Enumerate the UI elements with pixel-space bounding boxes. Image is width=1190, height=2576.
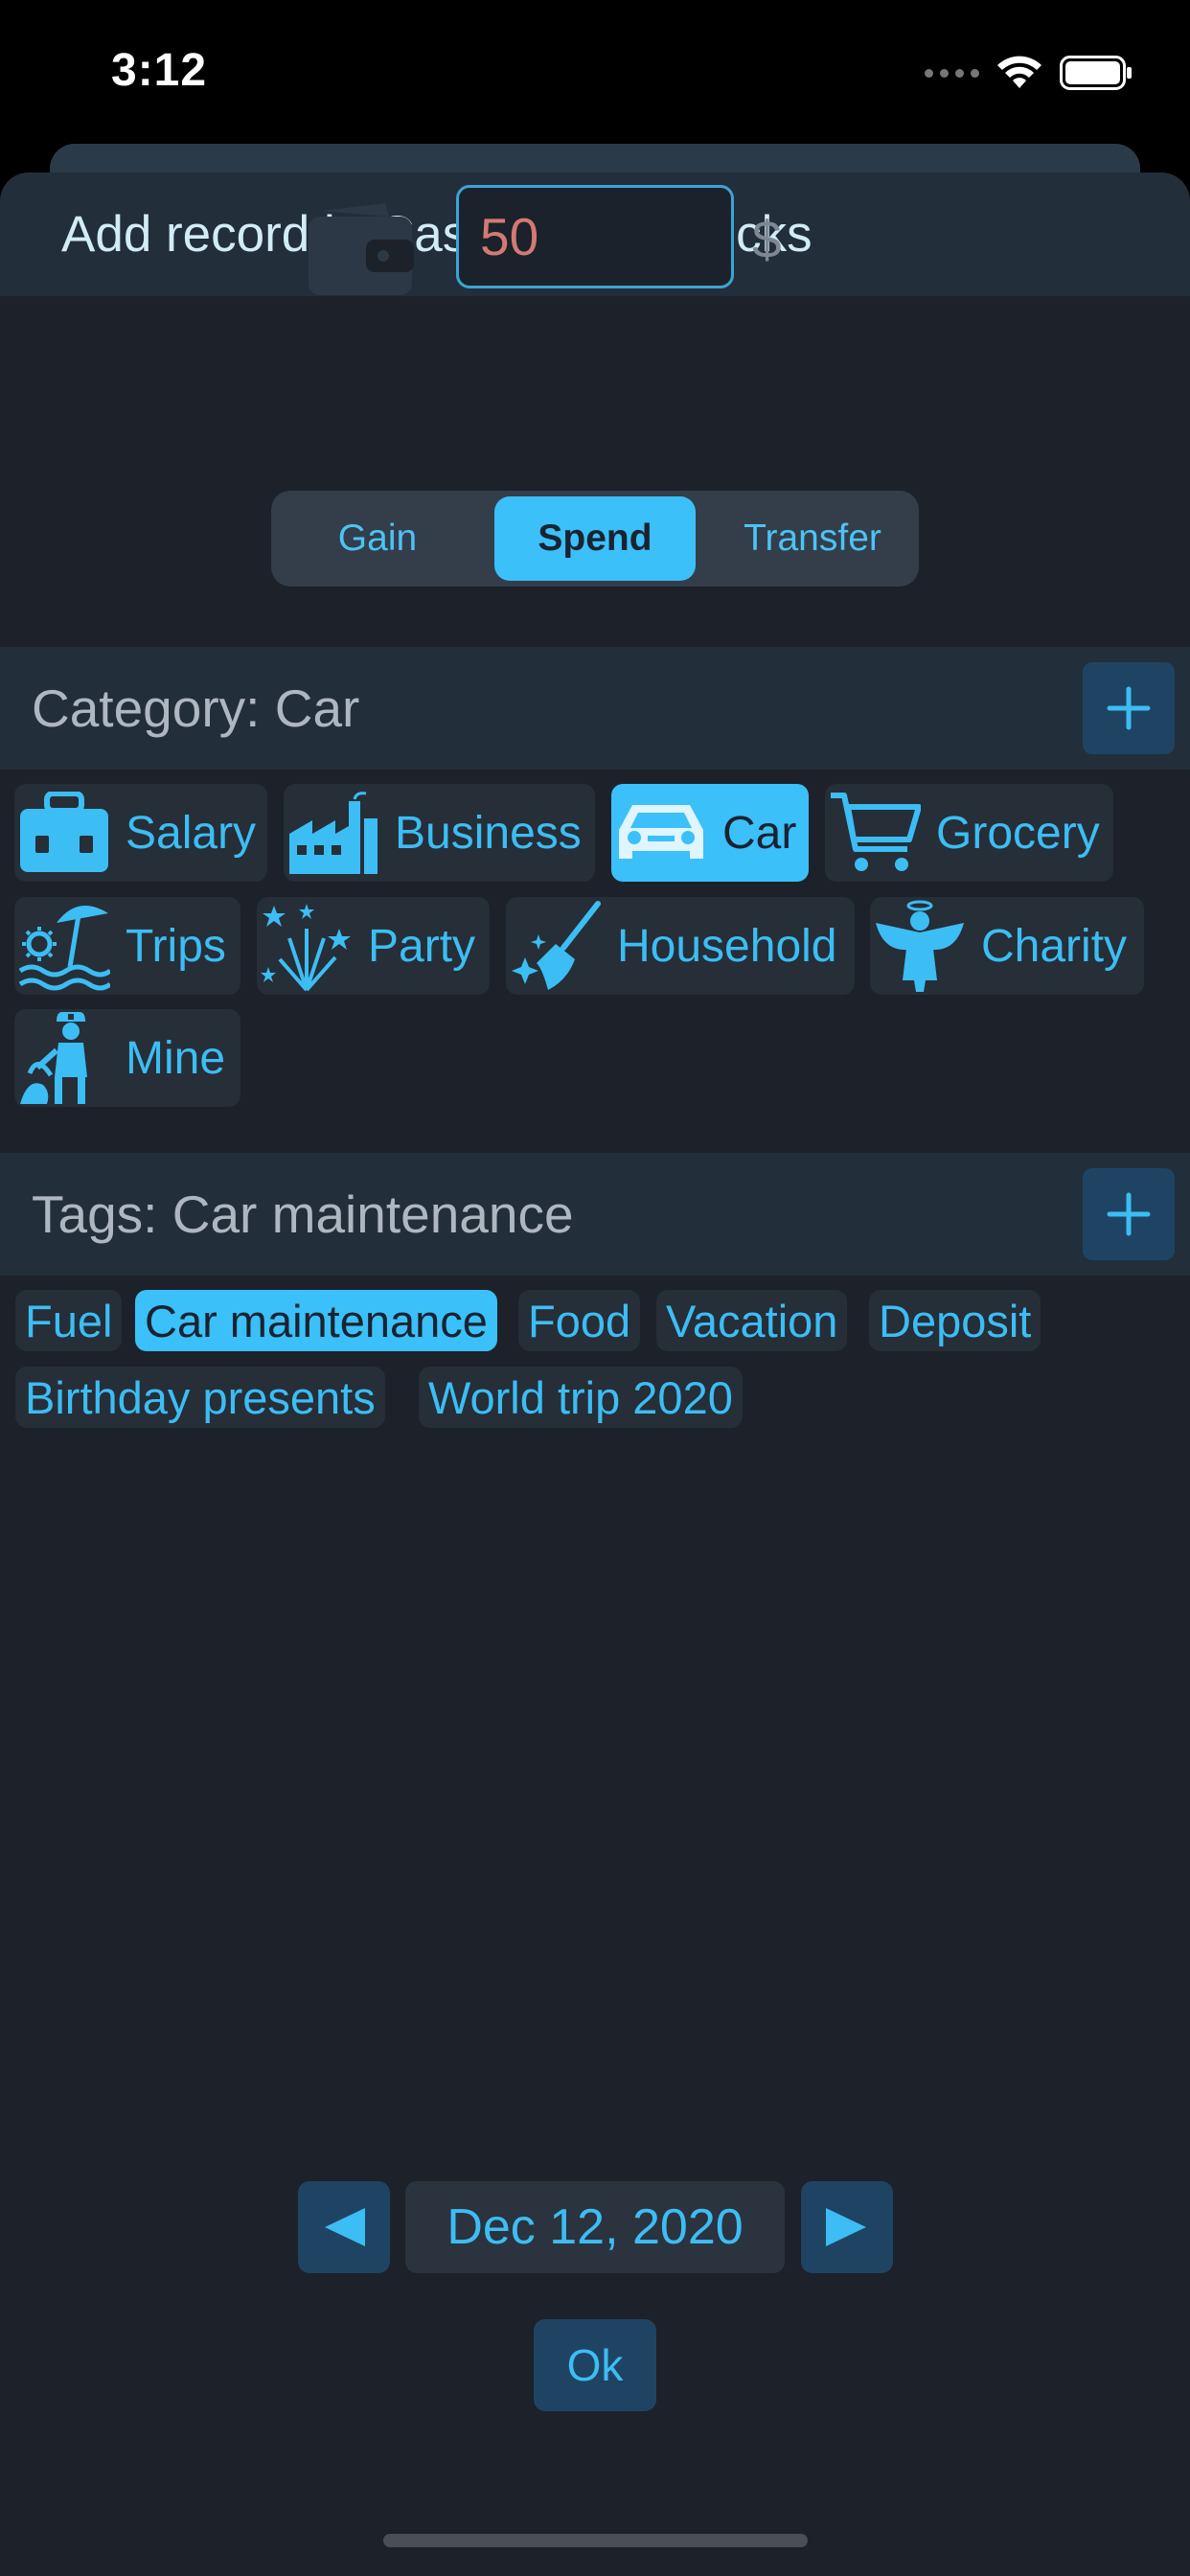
date-display[interactable]: Dec 12, 2020 — [405, 2181, 785, 2273]
battery-icon — [1060, 56, 1132, 90]
factory-icon — [289, 792, 378, 874]
previous-date-button[interactable] — [298, 2181, 390, 2273]
category-chip-household[interactable]: Household — [506, 897, 855, 995]
record-type-selector: Gain Spend Transfer — [271, 491, 919, 586]
miner-icon — [20, 1012, 87, 1104]
plus-icon — [1107, 686, 1151, 730]
add-category-button[interactable] — [1083, 662, 1175, 754]
cellular-signal-icon — [925, 68, 979, 78]
tags-header: Tags: Car maintenance — [32, 1184, 574, 1244]
tag-car-maintenance[interactable]: Car maintenance — [135, 1290, 497, 1351]
segment-transfer[interactable]: Transfer — [712, 496, 913, 581]
category-header: Category: Car — [32, 678, 360, 738]
category-header-bar: Category: Car — [0, 647, 1190, 770]
tag-food[interactable]: Food — [518, 1290, 641, 1351]
tag-fuel[interactable]: Fuel — [15, 1290, 123, 1351]
category-chip-label: Household — [617, 920, 837, 972]
segment-gain[interactable]: Gain — [277, 496, 478, 581]
category-chip-label: Salary — [126, 807, 257, 859]
category-chip-label: Business — [395, 807, 582, 859]
wallet-icon — [309, 203, 414, 295]
amount-input[interactable] — [456, 185, 734, 288]
category-chip-salary[interactable]: Salary — [14, 784, 267, 882]
add-tag-button[interactable] — [1083, 1168, 1175, 1260]
angel-icon — [876, 900, 964, 992]
currency-symbol: $ — [752, 210, 782, 269]
briefcase-icon — [20, 792, 108, 872]
tag-deposit[interactable]: Deposit — [869, 1290, 1041, 1351]
tag-birthday-presents[interactable]: Birthday presents — [15, 1367, 385, 1428]
beach-icon — [18, 906, 110, 991]
wifi-icon — [997, 56, 1041, 88]
ok-button[interactable]: Ok — [534, 2319, 656, 2411]
category-chip-business[interactable]: Business — [284, 784, 595, 882]
category-chip-charity[interactable]: Charity — [870, 897, 1144, 995]
status-icons — [925, 54, 1133, 92]
home-indicator[interactable] — [383, 2534, 808, 2547]
category-chip-car[interactable]: Car — [611, 784, 809, 882]
category-chip-label: Mine — [126, 1032, 226, 1084]
category-chip-mine[interactable]: Mine — [14, 1009, 240, 1107]
tag-world-trip-2020[interactable]: World trip 2020 — [419, 1367, 743, 1428]
car-icon — [619, 805, 703, 859]
tags-header-bar: Tags: Car maintenance — [0, 1153, 1190, 1276]
fireworks-icon — [261, 904, 351, 992]
status-bar: 3:12 — [0, 0, 1190, 144]
category-chip-trips[interactable]: Trips — [14, 897, 240, 995]
next-date-button[interactable] — [801, 2181, 893, 2273]
triangle-right-icon — [826, 2208, 866, 2246]
plus-icon — [1107, 1192, 1151, 1236]
segment-spend[interactable]: Spend — [494, 496, 696, 581]
category-chip-label: Party — [368, 920, 476, 972]
category-chip-party[interactable]: Party — [257, 897, 490, 995]
status-time: 3:12 — [111, 45, 208, 96]
tag-vacation[interactable]: Vacation — [656, 1290, 848, 1351]
category-chip-label: Car — [722, 807, 797, 859]
category-chip-label: Grocery — [936, 807, 1100, 859]
triangle-left-icon — [325, 2208, 365, 2246]
cart-icon — [831, 793, 921, 871]
broom-icon — [512, 901, 601, 990]
category-chip-grocery[interactable]: Grocery — [825, 784, 1113, 882]
category-chip-label: Charity — [981, 920, 1128, 972]
category-chip-label: Trips — [126, 920, 226, 972]
